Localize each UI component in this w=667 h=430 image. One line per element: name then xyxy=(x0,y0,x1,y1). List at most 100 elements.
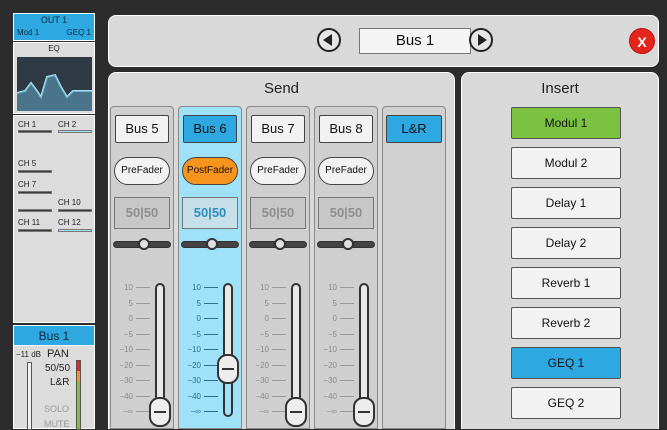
pan-display[interactable]: 50|50 xyxy=(114,197,170,229)
bus-name-display: Bus 1 xyxy=(359,28,471,54)
scale-tick-label: −20 xyxy=(119,360,133,370)
scale-tick-label: −40 xyxy=(255,391,269,401)
insert-slot-button[interactable]: GEQ 1 xyxy=(511,347,621,379)
bus-select-button[interactable]: Bus 7 xyxy=(251,115,305,143)
channel-level-bar xyxy=(18,170,52,173)
fader-track[interactable] xyxy=(223,283,233,417)
solo-button[interactable]: SOLO xyxy=(44,404,69,414)
scale-tick: 0 xyxy=(187,314,219,323)
scale-tick-label: −∞ xyxy=(258,407,269,416)
scale-tick-label: −∞ xyxy=(122,407,133,416)
scale-tick: 10 xyxy=(255,283,287,292)
next-bus-icon[interactable] xyxy=(469,28,493,52)
pan-slider[interactable] xyxy=(181,238,239,250)
pan-slider[interactable] xyxy=(113,238,171,250)
channel-label: CH 12 xyxy=(58,218,81,227)
scale-tick-label: −30 xyxy=(187,376,201,385)
pan-label: PAN xyxy=(47,348,69,360)
fader-handle[interactable] xyxy=(149,396,171,427)
sidebar: OUT 1 Mod 1 GEQ 1 EQ CH 1 CH 2 CH 5 CH 7… xyxy=(0,0,100,430)
scale-tick: 0 xyxy=(255,314,287,323)
scale-tick-label: −20 xyxy=(323,360,337,370)
bus-fader-track[interactable] xyxy=(27,362,32,430)
scale-tick: −5 xyxy=(119,330,151,339)
pan-slider[interactable] xyxy=(249,238,307,250)
bus-summary-title: Bus 1 xyxy=(14,326,94,346)
eq-preview[interactable]: EQ xyxy=(13,42,95,114)
scale-tick-label: 10 xyxy=(260,283,269,292)
fader-mode-button[interactable]: PostFader xyxy=(182,157,238,185)
scale-tick: 5 xyxy=(119,299,151,308)
scale-tick-label: −5 xyxy=(327,329,337,339)
scale-tick: −30 xyxy=(323,376,355,385)
channel-label: CH 11 xyxy=(18,218,41,227)
fader-mode-button[interactable]: PreFader xyxy=(318,157,374,185)
close-button[interactable]: X xyxy=(629,28,655,54)
scale-tick: 5 xyxy=(323,299,355,308)
send-title: Send xyxy=(263,80,300,97)
insert-slot-button[interactable]: Delay 1 xyxy=(511,187,621,219)
insert-slot-button[interactable]: Modul 2 xyxy=(511,147,621,179)
scale-tick: −30 xyxy=(119,376,151,385)
pan-knob[interactable] xyxy=(138,238,150,250)
fader-handle[interactable] xyxy=(217,353,239,384)
scale-tick-label: 5 xyxy=(264,298,269,308)
fader-handle[interactable] xyxy=(285,396,307,427)
scale-tick-label: −30 xyxy=(119,376,133,385)
send-strip-lr: L&R xyxy=(382,106,446,429)
scale-tick: −10 xyxy=(119,345,151,354)
scale-tick-label: −10 xyxy=(323,345,337,354)
scale-tick-label: −30 xyxy=(255,376,269,385)
scale-tick-label: 10 xyxy=(124,283,133,292)
channel-label: CH 10 xyxy=(58,198,81,207)
pan-slider[interactable] xyxy=(317,238,375,250)
bus-select-button[interactable]: Bus 6 xyxy=(183,115,237,143)
insert-slot-button[interactable]: GEQ 2 xyxy=(511,387,621,419)
scale-tick-label: −20 xyxy=(187,360,201,370)
scale-tick-label: −10 xyxy=(119,345,133,354)
scale-tick: 10 xyxy=(323,283,355,292)
output-module-label: Mod 1 xyxy=(17,28,40,37)
pan-knob[interactable] xyxy=(342,238,354,250)
pan-display[interactable]: 50|50 xyxy=(250,197,306,229)
fader-scale: 10 5 0 −5 −10 −20 −30 −40 −∞ xyxy=(187,283,219,417)
pan-knob[interactable] xyxy=(206,238,218,250)
scale-tick-label: −10 xyxy=(255,345,269,354)
channel-level-bar xyxy=(18,229,52,232)
lr-button[interactable]: L&R xyxy=(386,115,442,143)
scale-tick: −20 xyxy=(187,361,219,370)
pan-display[interactable]: 50|50 xyxy=(182,197,238,229)
pan-display[interactable]: 50|50 xyxy=(318,197,374,229)
fader-mode-button[interactable]: PreFader xyxy=(250,157,306,185)
scale-tick: −∞ xyxy=(323,407,355,416)
channel-level-bar xyxy=(18,130,52,133)
scale-tick: −10 xyxy=(255,345,287,354)
bus-select-button[interactable]: Bus 8 xyxy=(319,115,373,143)
bus-select-button[interactable]: Bus 5 xyxy=(115,115,169,143)
insert-title: Insert xyxy=(541,80,579,97)
routing-label: L&R xyxy=(50,377,70,388)
output-selector[interactable]: OUT 1 Mod 1 GEQ 1 xyxy=(13,13,95,41)
insert-slot-button[interactable]: Modul 1 xyxy=(511,107,621,139)
scale-tick: −∞ xyxy=(119,407,151,416)
scale-tick-label: 0 xyxy=(196,314,201,323)
send-strip: Bus 5 PreFader 50|50 10 5 0 −5 −10 −20 −30 −40 −∞ xyxy=(110,106,174,429)
fader-handle[interactable] xyxy=(353,396,375,427)
bus-summary[interactable]: Bus 1 −11 dB PAN 50/50 L&R SOLO MUTE xyxy=(13,325,95,430)
insert-slot-button[interactable]: Reverb 1 xyxy=(511,267,621,299)
mute-button[interactable]: MUTE xyxy=(44,419,70,429)
scale-tick: 0 xyxy=(323,314,355,323)
fader-scale: 10 5 0 −5 −10 −20 −30 −40 −∞ xyxy=(323,283,355,417)
previous-bus-icon[interactable] xyxy=(317,28,341,52)
fader-scale: 10 5 0 −5 −10 −20 −30 −40 −∞ xyxy=(255,283,287,417)
channel-label: CH 5 xyxy=(18,159,37,168)
scale-tick-label: −40 xyxy=(187,391,201,401)
channel-overview[interactable]: CH 1 CH 2 CH 5 CH 7 CH 10 CH 11 CH 12 xyxy=(13,115,95,323)
insert-slot-button[interactable]: Reverb 2 xyxy=(511,307,621,339)
send-strip: Bus 6 PostFader 50|50 10 5 0 −5 −10 −20 −30 −40 −∞ xyxy=(178,106,242,429)
fader-mode-button[interactable]: PreFader xyxy=(114,157,170,185)
insert-slot-button[interactable]: Delay 2 xyxy=(511,227,621,259)
pan-knob[interactable] xyxy=(274,238,286,250)
scale-tick-label: −5 xyxy=(259,329,269,339)
scale-tick-label: −5 xyxy=(191,329,201,339)
